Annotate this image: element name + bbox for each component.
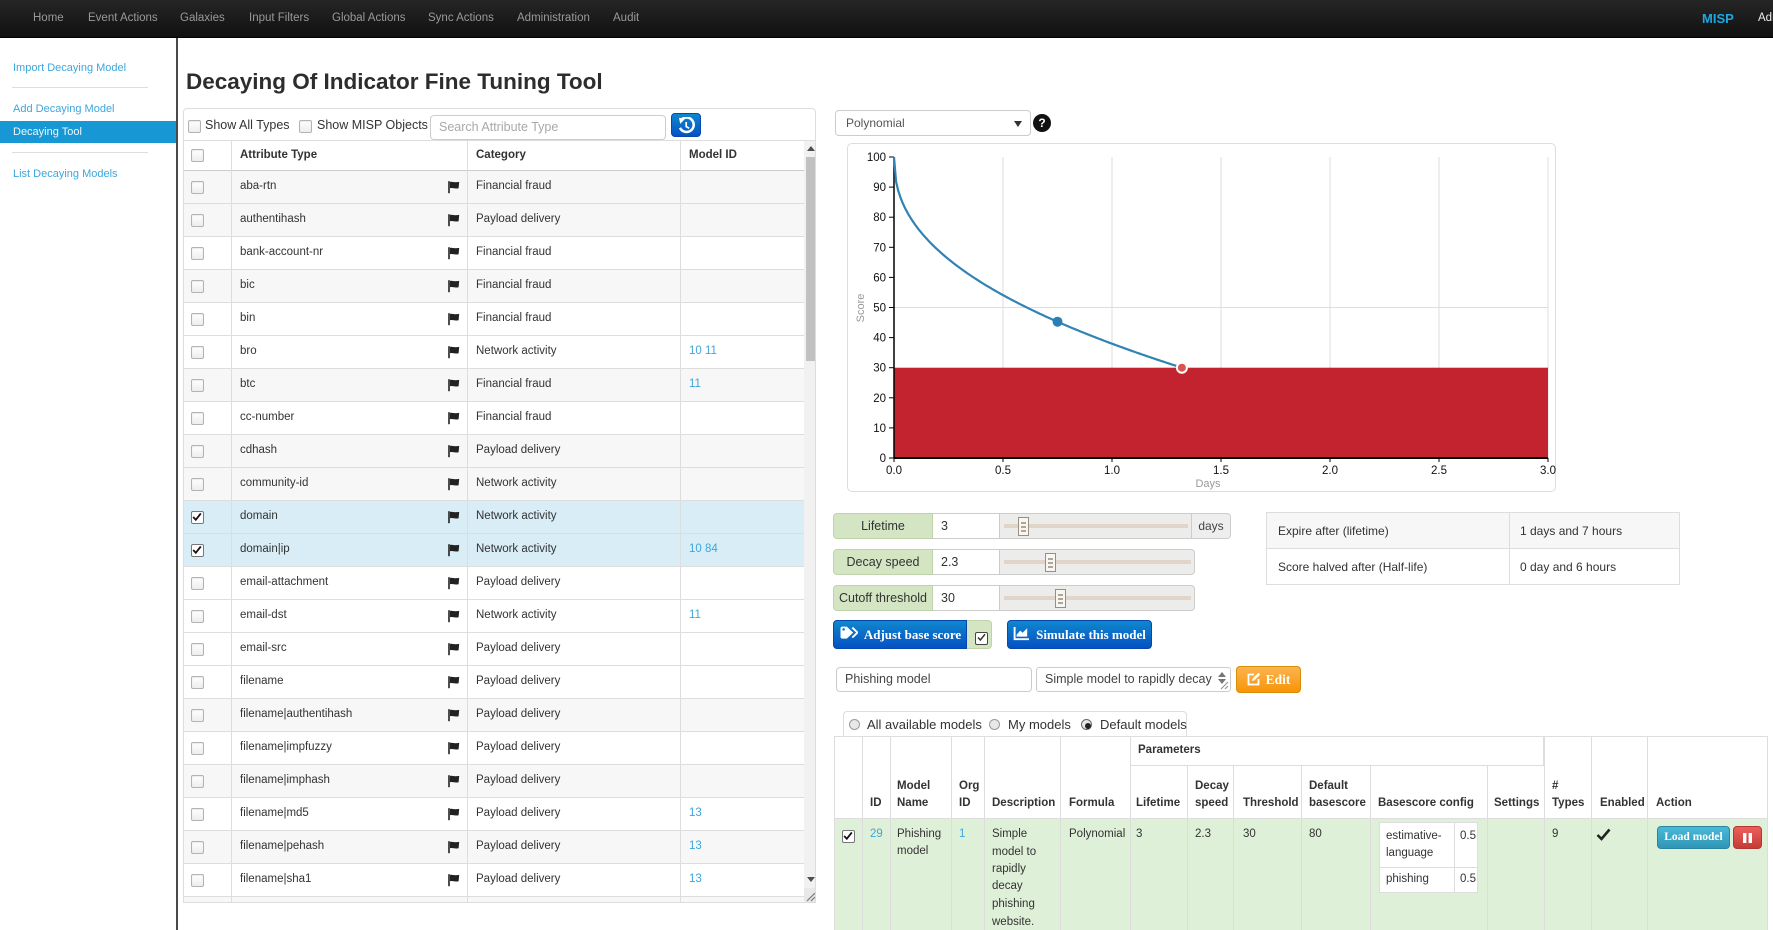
svg-text:3.0: 3.0 [1540, 465, 1556, 477]
svg-text:10: 10 [873, 423, 886, 435]
svg-text:0: 0 [880, 453, 886, 465]
svg-text:1.0: 1.0 [1104, 465, 1120, 477]
svg-text:Score: Score [855, 294, 867, 323]
svg-text:2.0: 2.0 [1322, 465, 1338, 477]
svg-text:40: 40 [873, 333, 886, 345]
svg-text:1.5: 1.5 [1213, 465, 1229, 477]
svg-text:Days: Days [1195, 478, 1221, 490]
svg-text:20: 20 [873, 393, 886, 405]
svg-text:70: 70 [873, 242, 886, 254]
svg-text:0.0: 0.0 [886, 465, 902, 477]
svg-text:80: 80 [873, 212, 886, 224]
svg-text:2.5: 2.5 [1431, 465, 1447, 477]
svg-text:50: 50 [873, 303, 886, 315]
svg-text:60: 60 [873, 272, 886, 284]
svg-text:90: 90 [873, 182, 886, 194]
svg-text:30: 30 [873, 363, 886, 375]
svg-text:100: 100 [867, 152, 886, 164]
svg-text:0.5: 0.5 [995, 465, 1011, 477]
